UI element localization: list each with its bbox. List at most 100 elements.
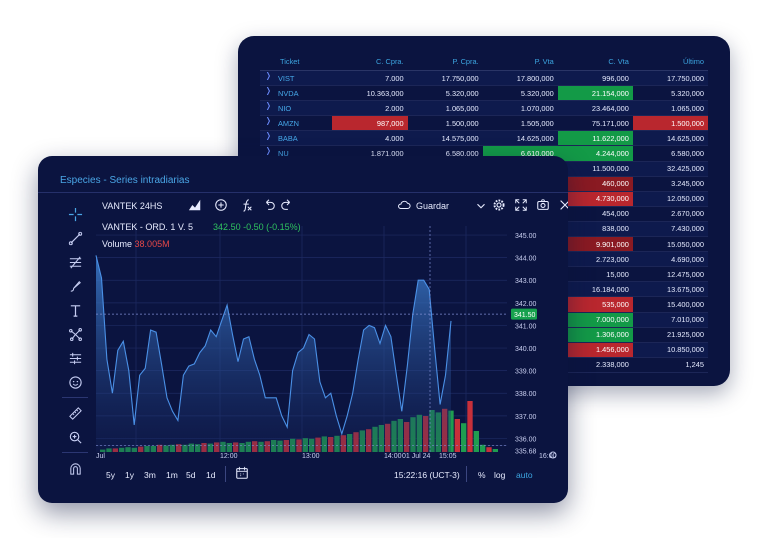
- cell-ultimo: 1.500,000: [632, 115, 708, 132]
- cell-c-vta: 7.000,000: [557, 312, 633, 328]
- cell-c-cpra: 4.000: [332, 130, 408, 147]
- cell-ultimo: 7.430,000: [632, 221, 708, 238]
- indicators-fx-icon[interactable]: [240, 198, 256, 214]
- cloud-icon: [397, 198, 413, 214]
- volume-legend: Volume 38.005M: [102, 239, 170, 249]
- expand-chevron-icon[interactable]: ❭: [265, 131, 272, 140]
- column-header[interactable]: P. Cpra.: [407, 53, 483, 71]
- tool-separator: [62, 452, 88, 453]
- column-header[interactable]: C. Cpra.: [332, 53, 408, 71]
- table-row[interactable]: ❭ NVDA 10.363,000 5.320,000 5.320,000 21.154,…: [260, 85, 708, 102]
- column-header[interactable]: Último: [632, 53, 708, 71]
- expand-chevron-icon[interactable]: ❭: [265, 116, 272, 125]
- auto-toggle[interactable]: auto: [516, 470, 533, 480]
- y-tick-label: 338.00: [515, 391, 537, 398]
- zoom-in-icon[interactable]: [58, 425, 92, 449]
- chart-type-icon[interactable]: [188, 198, 204, 214]
- cell-c-vta: 535,000: [557, 296, 633, 313]
- screenshot-camera-icon[interactable]: [536, 198, 552, 214]
- cell-ultimo: 5.320,000: [632, 85, 708, 102]
- time-separator: [466, 466, 467, 482]
- volume-label: Volume: [102, 239, 133, 249]
- range-1m[interactable]: 1m: [166, 470, 178, 480]
- ruler-icon[interactable]: [58, 401, 92, 425]
- table-row[interactable]: ❭ VIST 7.000 17.750,000 17.800,000 996,000 17.…: [260, 70, 708, 87]
- chevron-down-icon[interactable]: [474, 199, 490, 215]
- cell-ultimo: 15.050,000: [632, 236, 708, 253]
- cell-ticket: ❭ AMZN: [260, 115, 333, 132]
- save-button[interactable]: Guardar: [416, 201, 449, 211]
- range-separator: [225, 466, 226, 482]
- symbol-search[interactable]: VANTEK 24HS: [102, 201, 162, 211]
- volume-bar: [492, 449, 498, 452]
- brush-icon[interactable]: [58, 274, 92, 298]
- x-tick-label: 01 Jul 24: [402, 453, 431, 460]
- trend-line-icon[interactable]: [58, 226, 92, 250]
- cell-ultimo: 14.625,000: [632, 130, 708, 147]
- series-name: VANTEK - ORD. 1 V. 5: [102, 222, 194, 232]
- y-tick-label: 340.00: [515, 346, 537, 353]
- expand-chevron-icon[interactable]: ❭: [265, 146, 272, 155]
- expand-chevron-icon[interactable]: ❭: [265, 71, 272, 80]
- y-tick-label: 337.00: [515, 414, 537, 421]
- chart-panel: Especies - Series intradiarias VANTEK 24…: [38, 156, 568, 503]
- percent-toggle[interactable]: %: [478, 470, 486, 480]
- log-toggle[interactable]: log: [494, 470, 505, 480]
- cell-p-vta: 5.320,000: [482, 85, 558, 102]
- expand-chevron-icon[interactable]: ❭: [265, 86, 272, 95]
- cell-ultimo: 1.065,000: [632, 100, 708, 117]
- y-tick-label: 341.00: [515, 323, 537, 330]
- y-tick-label: 335.68: [515, 449, 537, 456]
- cell-c-vta: 23.464,000: [557, 100, 633, 117]
- cell-c-vta: 996,000: [557, 70, 633, 87]
- column-header[interactable]: Ticket: [260, 53, 333, 71]
- chart-toolbar: VANTEK 24HS Guardar: [94, 196, 568, 216]
- add-indicator-icon[interactable]: [214, 198, 230, 214]
- settings-gear-icon[interactable]: [492, 198, 508, 214]
- cell-ticket: ❭ VIST: [260, 70, 333, 87]
- forecast-icon[interactable]: [58, 346, 92, 370]
- price-chart[interactable]: 345.00 344.00 343.00 342.00 341.00 340.00 339.…: [94, 216, 564, 460]
- text-tool-icon[interactable]: [58, 298, 92, 322]
- cell-ultimo: 1,245: [632, 357, 708, 373]
- cell-p-cpra: 1.065,000: [407, 100, 483, 117]
- cell-c-cpra: 10.363,000: [332, 85, 408, 102]
- cell-c-vta: 1.306,000: [557, 327, 633, 343]
- y-tick-label: 345.00: [515, 233, 537, 240]
- y-tick-label: 336.00: [515, 436, 537, 443]
- calendar-icon[interactable]: [235, 466, 249, 480]
- range-1d[interactable]: 1d: [206, 470, 215, 480]
- x-tick-label: 14:00: [384, 453, 402, 460]
- volume-bar: [461, 423, 467, 452]
- cell-c-vta: 838,000: [557, 221, 633, 238]
- close-icon[interactable]: [558, 198, 568, 214]
- range-3m[interactable]: 3m: [144, 470, 156, 480]
- cell-ultimo: 2.670,000: [632, 206, 708, 222]
- range-5d[interactable]: 5d: [186, 470, 195, 480]
- range-1y[interactable]: 1y: [125, 470, 134, 480]
- table-row[interactable]: ❭ BABA 4.000 14.575,000 14.625,000 11.622,000…: [260, 130, 708, 147]
- fib-tool-icon[interactable]: [58, 250, 92, 274]
- crosshair-icon[interactable]: [58, 202, 92, 226]
- column-header[interactable]: P. Vta: [482, 53, 558, 71]
- redo-icon[interactable]: [280, 198, 296, 214]
- pattern-icon[interactable]: [58, 322, 92, 346]
- cell-c-vta: 11.622,000: [557, 130, 633, 147]
- magnet-icon[interactable]: [58, 456, 92, 480]
- emoji-icon[interactable]: [58, 370, 92, 394]
- table-row[interactable]: ❭ AMZN 987,000 1.500,000 1.505,000 75.171,000…: [260, 115, 708, 132]
- ticker-label: NIO: [278, 103, 292, 113]
- fullscreen-icon[interactable]: [514, 198, 530, 214]
- table-row[interactable]: ❭ NIO 2.000 1.065,000 1.070,000 23.464,000 1.0…: [260, 100, 708, 117]
- ticker-label: AMZN: [278, 118, 299, 128]
- cell-ultimo: 21.925,000: [632, 327, 708, 343]
- range-5y[interactable]: 5y: [106, 470, 115, 480]
- volume-value: 38.005M: [134, 239, 170, 249]
- undo-icon[interactable]: [262, 198, 278, 214]
- cell-ultimo: 17.750,000: [632, 70, 708, 87]
- expand-chevron-icon[interactable]: ❭: [265, 101, 272, 110]
- cell-ultimo: 15.400,000: [632, 296, 708, 313]
- cell-ultimo: 32.425,000: [632, 161, 708, 177]
- x-tick-label: Jul: [96, 453, 105, 460]
- column-header[interactable]: C. Vta: [557, 53, 633, 71]
